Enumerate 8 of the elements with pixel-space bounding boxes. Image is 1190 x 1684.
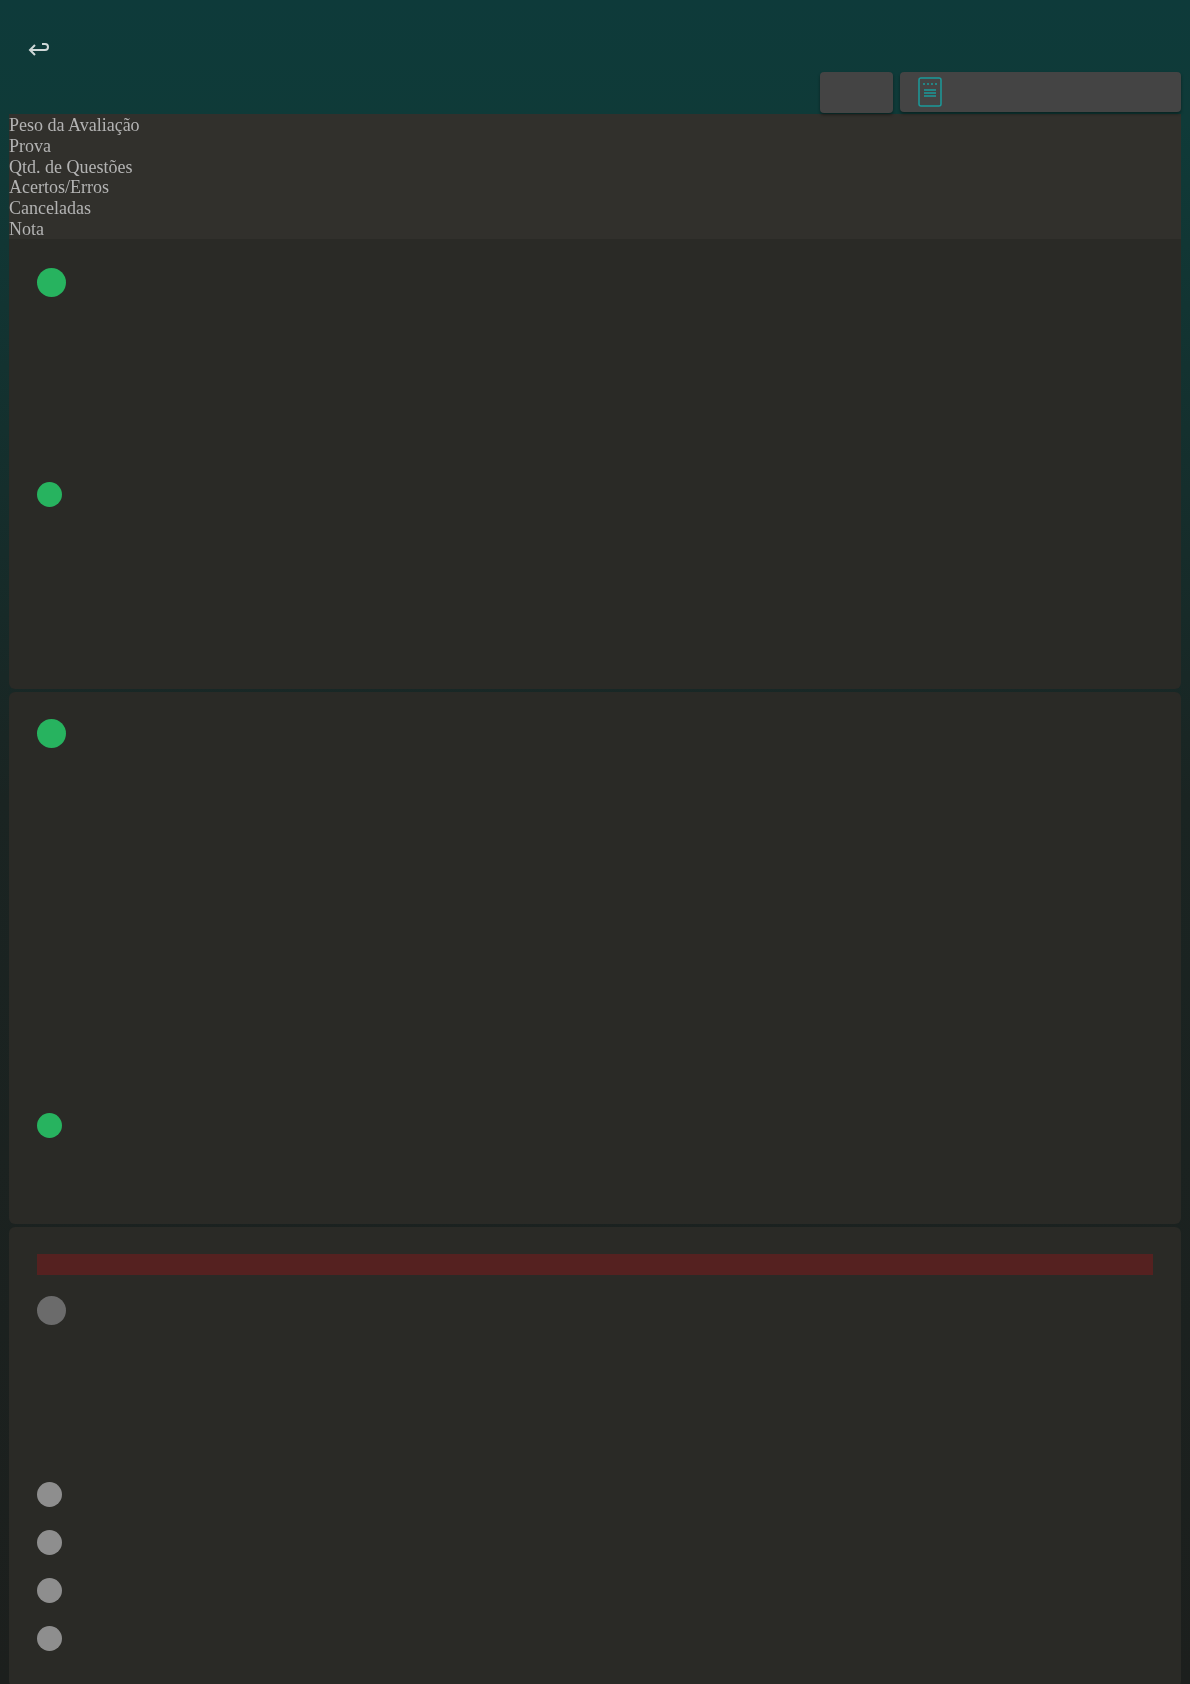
summary-label: Acertos/Erros xyxy=(9,177,110,199)
document-button[interactable] xyxy=(900,72,1181,112)
document-icon xyxy=(918,77,942,107)
summary-label: Canceladas xyxy=(9,198,92,219)
summary-label: Qtd. de Questões xyxy=(9,156,134,178)
summary-label: Prova xyxy=(9,135,52,157)
summary-label: Peso da Avaliação xyxy=(9,115,141,136)
summary-label: Nota xyxy=(9,219,45,240)
